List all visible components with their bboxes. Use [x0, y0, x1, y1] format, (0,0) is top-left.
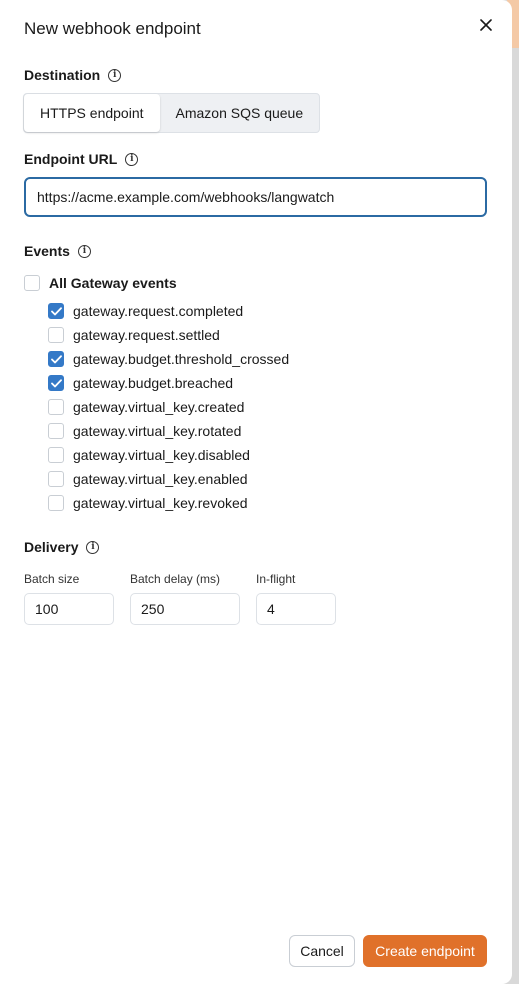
event-checkbox[interactable]: gateway.budget.threshold_crossed: [48, 351, 289, 367]
webhook-dialog: New webhook endpoint Destination i HTTPS…: [0, 0, 512, 984]
close-button[interactable]: [474, 13, 498, 37]
checkbox-box[interactable]: [48, 303, 64, 319]
event-checkbox[interactable]: gateway.virtual_key.created: [48, 399, 244, 415]
endpoint-url-label: Endpoint URL i: [24, 151, 139, 167]
checkbox-box[interactable]: [48, 399, 64, 415]
checkbox-box[interactable]: [48, 327, 64, 343]
info-icon[interactable]: i: [125, 152, 139, 166]
check-icon: [50, 378, 62, 387]
checkbox-box[interactable]: [48, 471, 64, 487]
checkbox-box[interactable]: [48, 375, 64, 391]
events-label: Events i: [24, 243, 91, 259]
info-icon[interactable]: i: [108, 68, 122, 82]
event-checkbox[interactable]: gateway.request.settled: [48, 327, 220, 343]
event-checkbox[interactable]: gateway.virtual_key.revoked: [48, 495, 248, 511]
destination-option-sqs[interactable]: Amazon SQS queue: [160, 94, 320, 132]
checkbox-box[interactable]: [24, 275, 40, 291]
checkbox-box[interactable]: [48, 495, 64, 511]
delivery-label: Delivery i: [24, 539, 100, 555]
batch-delay-input[interactable]: [130, 593, 240, 625]
endpoint-url-input[interactable]: [24, 177, 487, 217]
event-checkbox[interactable]: gateway.request.completed: [48, 303, 243, 319]
event-checkbox[interactable]: gateway.virtual_key.rotated: [48, 423, 241, 439]
info-icon[interactable]: i: [77, 244, 91, 258]
check-icon: [50, 306, 62, 315]
check-icon: [50, 354, 62, 363]
checkbox-box[interactable]: [48, 447, 64, 463]
event-checkbox[interactable]: gateway.virtual_key.disabled: [48, 447, 250, 463]
dialog-title: New webhook endpoint: [24, 19, 201, 38]
batch-size-label: Batch size: [24, 572, 80, 586]
in-flight-input[interactable]: [256, 593, 336, 625]
in-flight-label: In-flight: [256, 572, 296, 586]
all-gateway-events-checkbox[interactable]: All Gateway events: [24, 275, 177, 291]
event-checkbox[interactable]: gateway.virtual_key.enabled: [48, 471, 248, 487]
destination-option-https[interactable]: HTTPS endpoint: [24, 94, 160, 132]
cancel-button[interactable]: Cancel: [289, 935, 355, 967]
info-icon[interactable]: i: [86, 540, 100, 554]
batch-size-input[interactable]: [24, 593, 114, 625]
destination-toggle: HTTPS endpoint Amazon SQS queue: [23, 93, 321, 133]
close-icon: [480, 19, 492, 31]
event-checkbox[interactable]: gateway.budget.breached: [48, 375, 233, 391]
checkbox-box[interactable]: [48, 423, 64, 439]
batch-delay-label: Batch delay (ms): [130, 572, 221, 586]
destination-label: Destination i: [24, 67, 122, 83]
checkbox-box[interactable]: [48, 351, 64, 367]
create-endpoint-button[interactable]: Create endpoint: [363, 935, 487, 967]
